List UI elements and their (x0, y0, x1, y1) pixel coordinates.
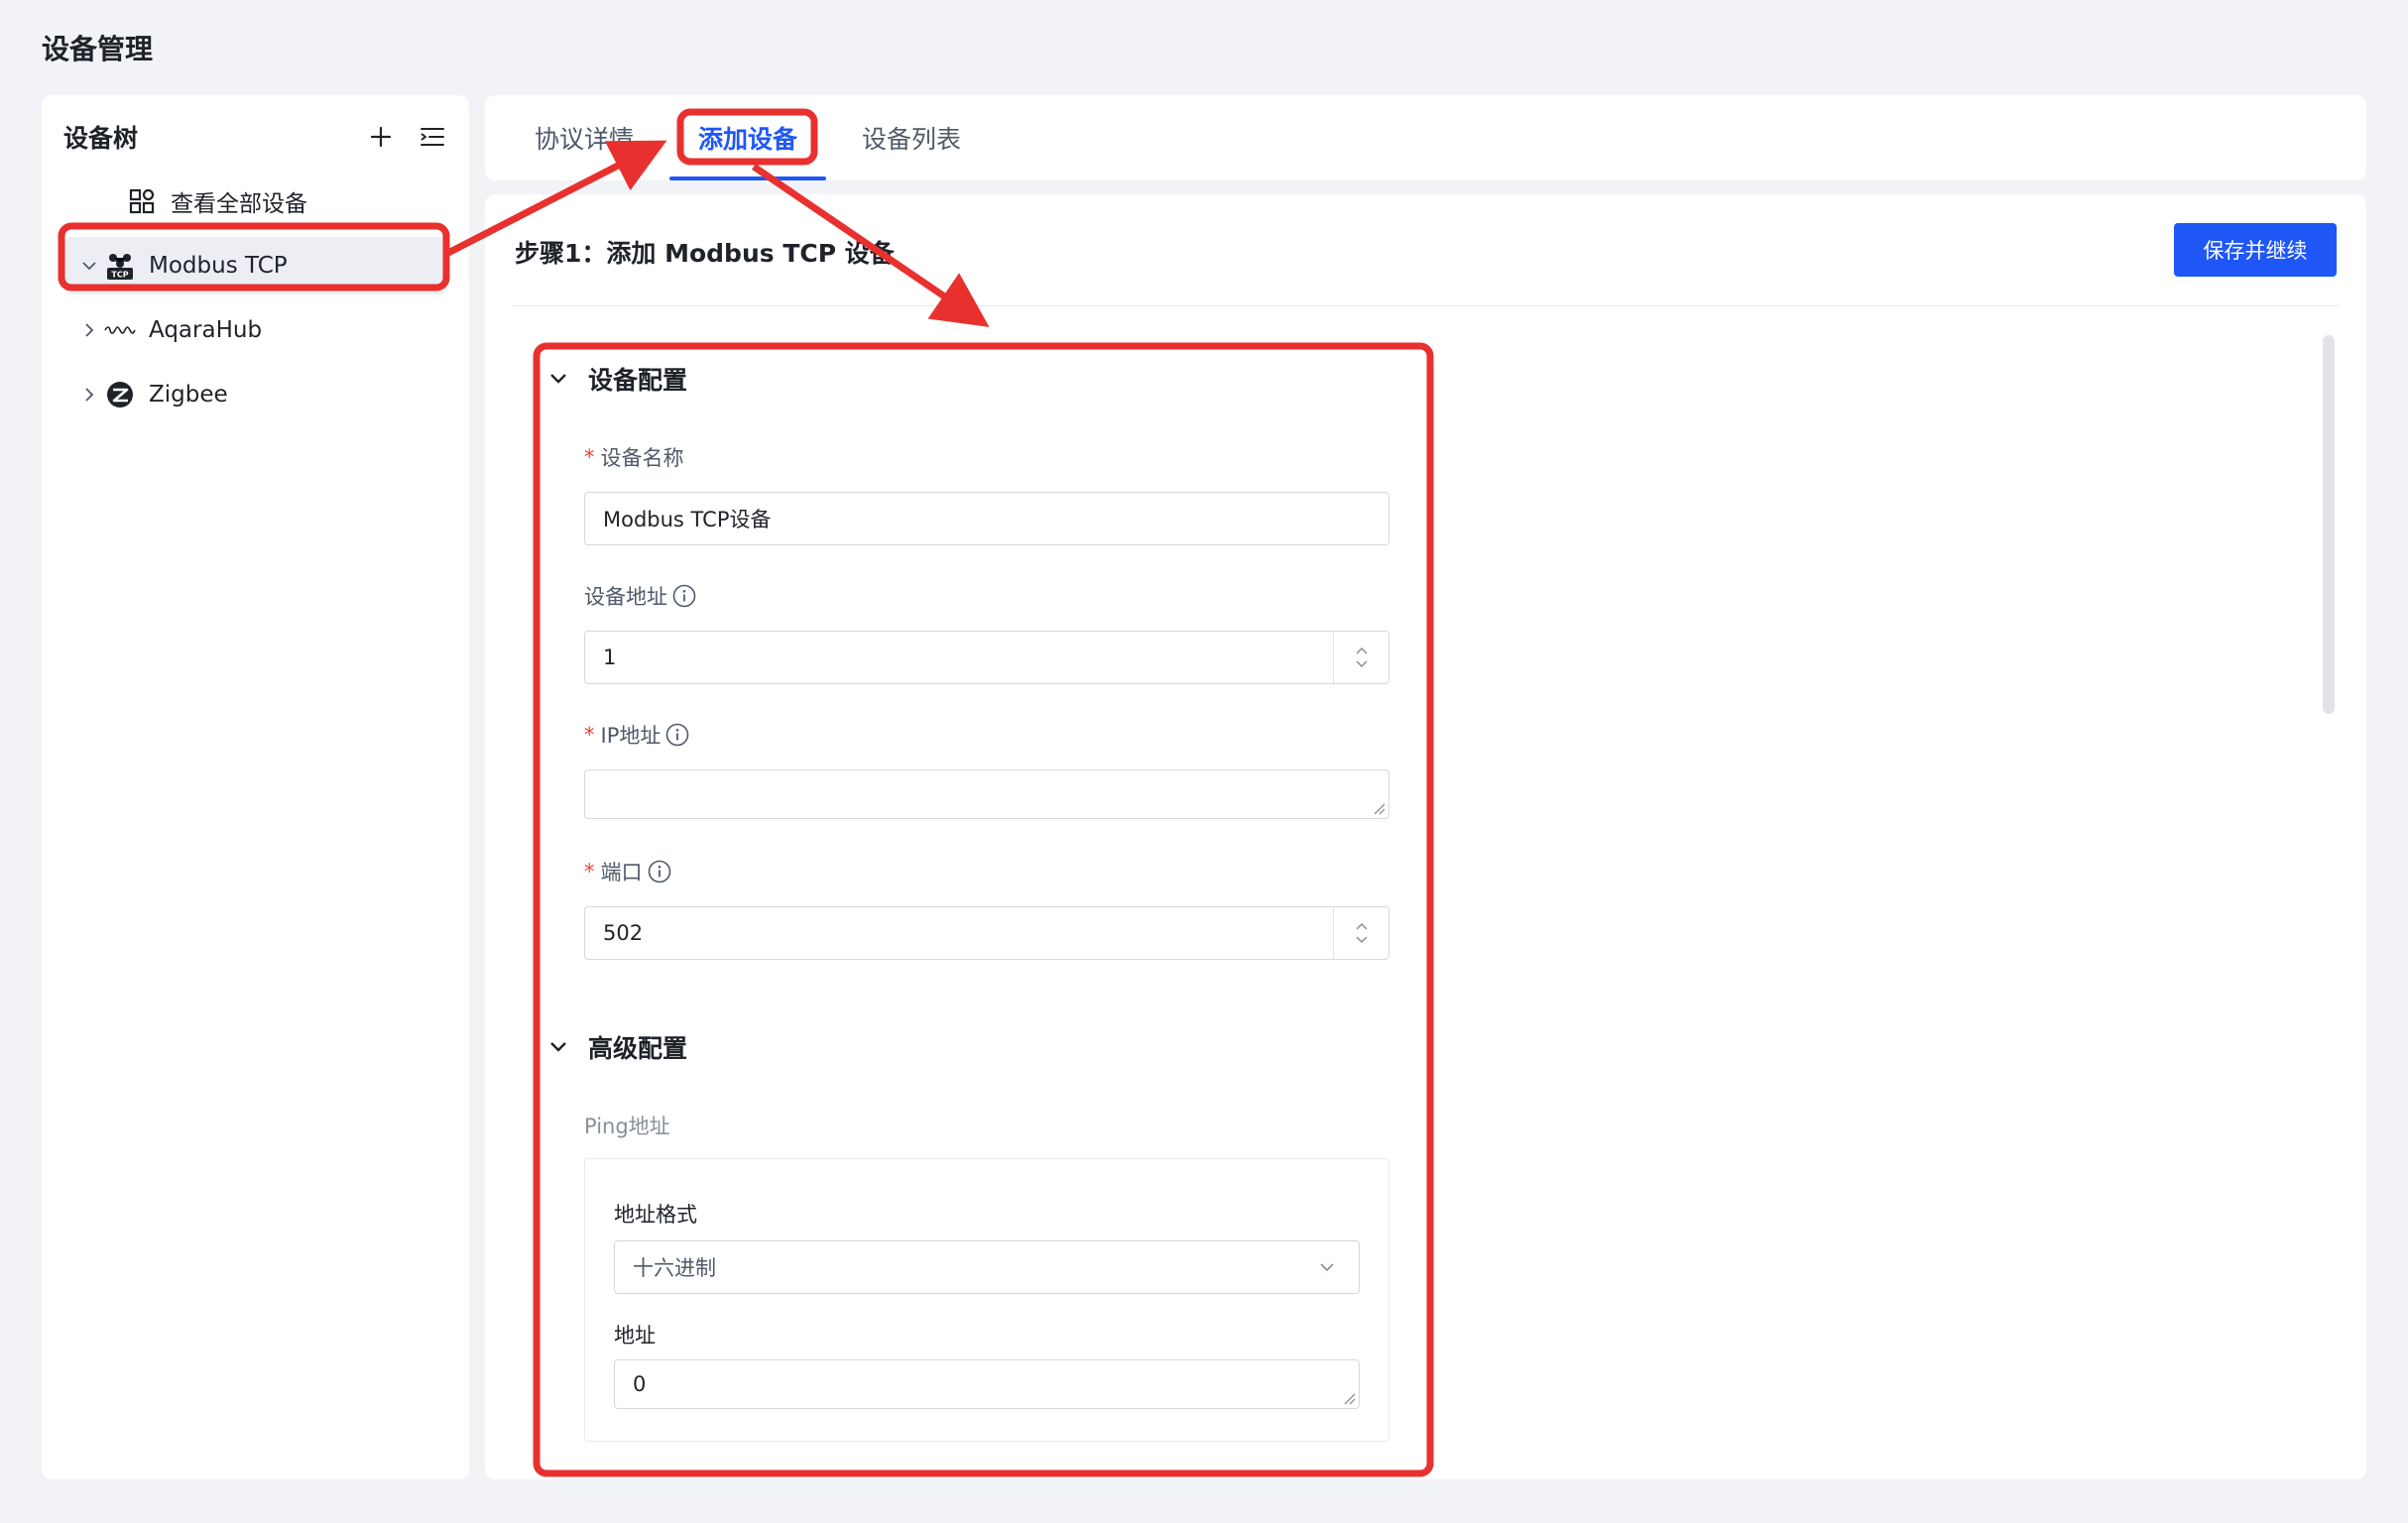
tabs-bar: 协议详情 添加设备 设备列表 (485, 95, 2366, 180)
address-format-value: 十六进制 (633, 1256, 716, 1280)
ping-address-card: 地址格式 十六进制 地址 0 (584, 1158, 1389, 1442)
tree-item-zigbee[interactable]: Zigbee (63, 366, 447, 423)
ping-address-label: Ping地址 (584, 1114, 670, 1138)
device-address-value: 1 (603, 645, 617, 669)
address-label: 地址 (614, 1324, 656, 1347)
view-all-devices-item[interactable]: 查看全部设备 (63, 173, 447, 230)
chevron-down-icon (546, 367, 570, 391)
device-address-label: 设备地址 (584, 581, 696, 611)
tree-item-label: Zigbee (149, 382, 228, 408)
chevron-right-icon[interactable] (75, 323, 103, 337)
tree-item-modbus-tcp[interactable]: TCP Modbus TCP (63, 237, 447, 294)
tab-device-list[interactable]: 设备列表 (847, 95, 976, 180)
port-value: 502 (603, 921, 644, 945)
required-marker: * (584, 860, 595, 883)
tree-item-label: Modbus TCP (149, 253, 288, 279)
chevron-up-icon (1355, 922, 1368, 930)
section-title: 高级配置 (588, 1034, 688, 1063)
section-device-config-header[interactable]: 设备配置 (546, 361, 687, 397)
modbus-tcp-icon: TCP (103, 249, 137, 283)
device-name-label: * 设备名称 (584, 442, 684, 472)
chevron-down-icon (1320, 1263, 1334, 1272)
port-stepper[interactable]: 502 (584, 906, 1389, 960)
number-stepper-arrows[interactable] (1333, 632, 1388, 683)
device-address-label-text: 设备地址 (584, 585, 667, 609)
plus-icon[interactable] (366, 122, 396, 152)
required-marker: * (584, 723, 595, 747)
device-tree-header: 设备树 (63, 115, 447, 159)
device-tree-panel: 设备树 查看全部设备 TCP Modbus TCP AqaraHub Zigbe… (42, 95, 469, 1479)
tab-protocol-details[interactable]: 协议详情 (525, 95, 644, 180)
device-tree-actions (366, 122, 447, 152)
section-title: 设备配置 (588, 366, 688, 395)
device-form: 设备配置 * 设备名称 Modbus TCP设备 设备地址 1 * IP地址 *… (485, 194, 2366, 1479)
view-all-devices-label: 查看全部设备 (171, 191, 307, 217)
svg-text:TCP: TCP (111, 271, 128, 280)
device-tree-title: 设备树 (63, 124, 139, 153)
ip-address-label-text: IP地址 (600, 724, 662, 748)
active-tab-indicator (669, 176, 826, 180)
tree-item-label: AqaraHub (149, 317, 263, 343)
list-indent-icon[interactable] (418, 122, 447, 152)
device-name-value: Modbus TCP设备 (603, 508, 772, 531)
number-stepper-arrows[interactable] (1333, 907, 1388, 959)
device-name-label-text: 设备名称 (600, 446, 684, 470)
add-device-panel: 步骤1：添加 Modbus TCP 设备 保存并继续 设备配置 * 设备名称 M… (485, 194, 2366, 1479)
device-name-input[interactable]: Modbus TCP设备 (584, 492, 1389, 545)
chevron-down-icon[interactable] (75, 261, 103, 271)
address-value: 0 (633, 1372, 647, 1396)
address-format-select[interactable]: 十六进制 (614, 1240, 1360, 1294)
ip-address-label: * IP地址 (584, 720, 689, 750)
device-address-stepper[interactable]: 1 (584, 631, 1389, 684)
resize-handle-icon (1374, 803, 1385, 815)
grid-apps-icon (125, 184, 159, 218)
info-icon[interactable] (672, 584, 696, 608)
section-advanced-config-header[interactable]: 高级配置 (546, 1029, 687, 1065)
port-label: * 端口 (584, 857, 671, 886)
page-title: 设备管理 (42, 33, 154, 65)
info-icon[interactable] (665, 723, 689, 747)
chevron-down-icon (1355, 936, 1368, 944)
chevron-down-icon (546, 1035, 570, 1059)
chevron-right-icon[interactable] (75, 388, 103, 402)
required-marker: * (584, 445, 595, 469)
tree-item-aqarahub[interactable]: AqaraHub (63, 301, 447, 359)
chevron-up-icon (1355, 646, 1368, 654)
ip-address-textarea[interactable] (584, 769, 1389, 819)
resize-handle-icon (1344, 1393, 1356, 1405)
info-icon[interactable] (648, 860, 671, 883)
aqara-wave-icon (103, 313, 137, 347)
address-textarea[interactable]: 0 (614, 1359, 1360, 1409)
port-label-text: 端口 (600, 861, 643, 884)
chevron-down-icon (1355, 660, 1368, 668)
address-format-label: 地址格式 (614, 1203, 697, 1227)
tab-add-device[interactable]: 添加设备 (683, 95, 812, 180)
zigbee-icon (103, 378, 137, 411)
